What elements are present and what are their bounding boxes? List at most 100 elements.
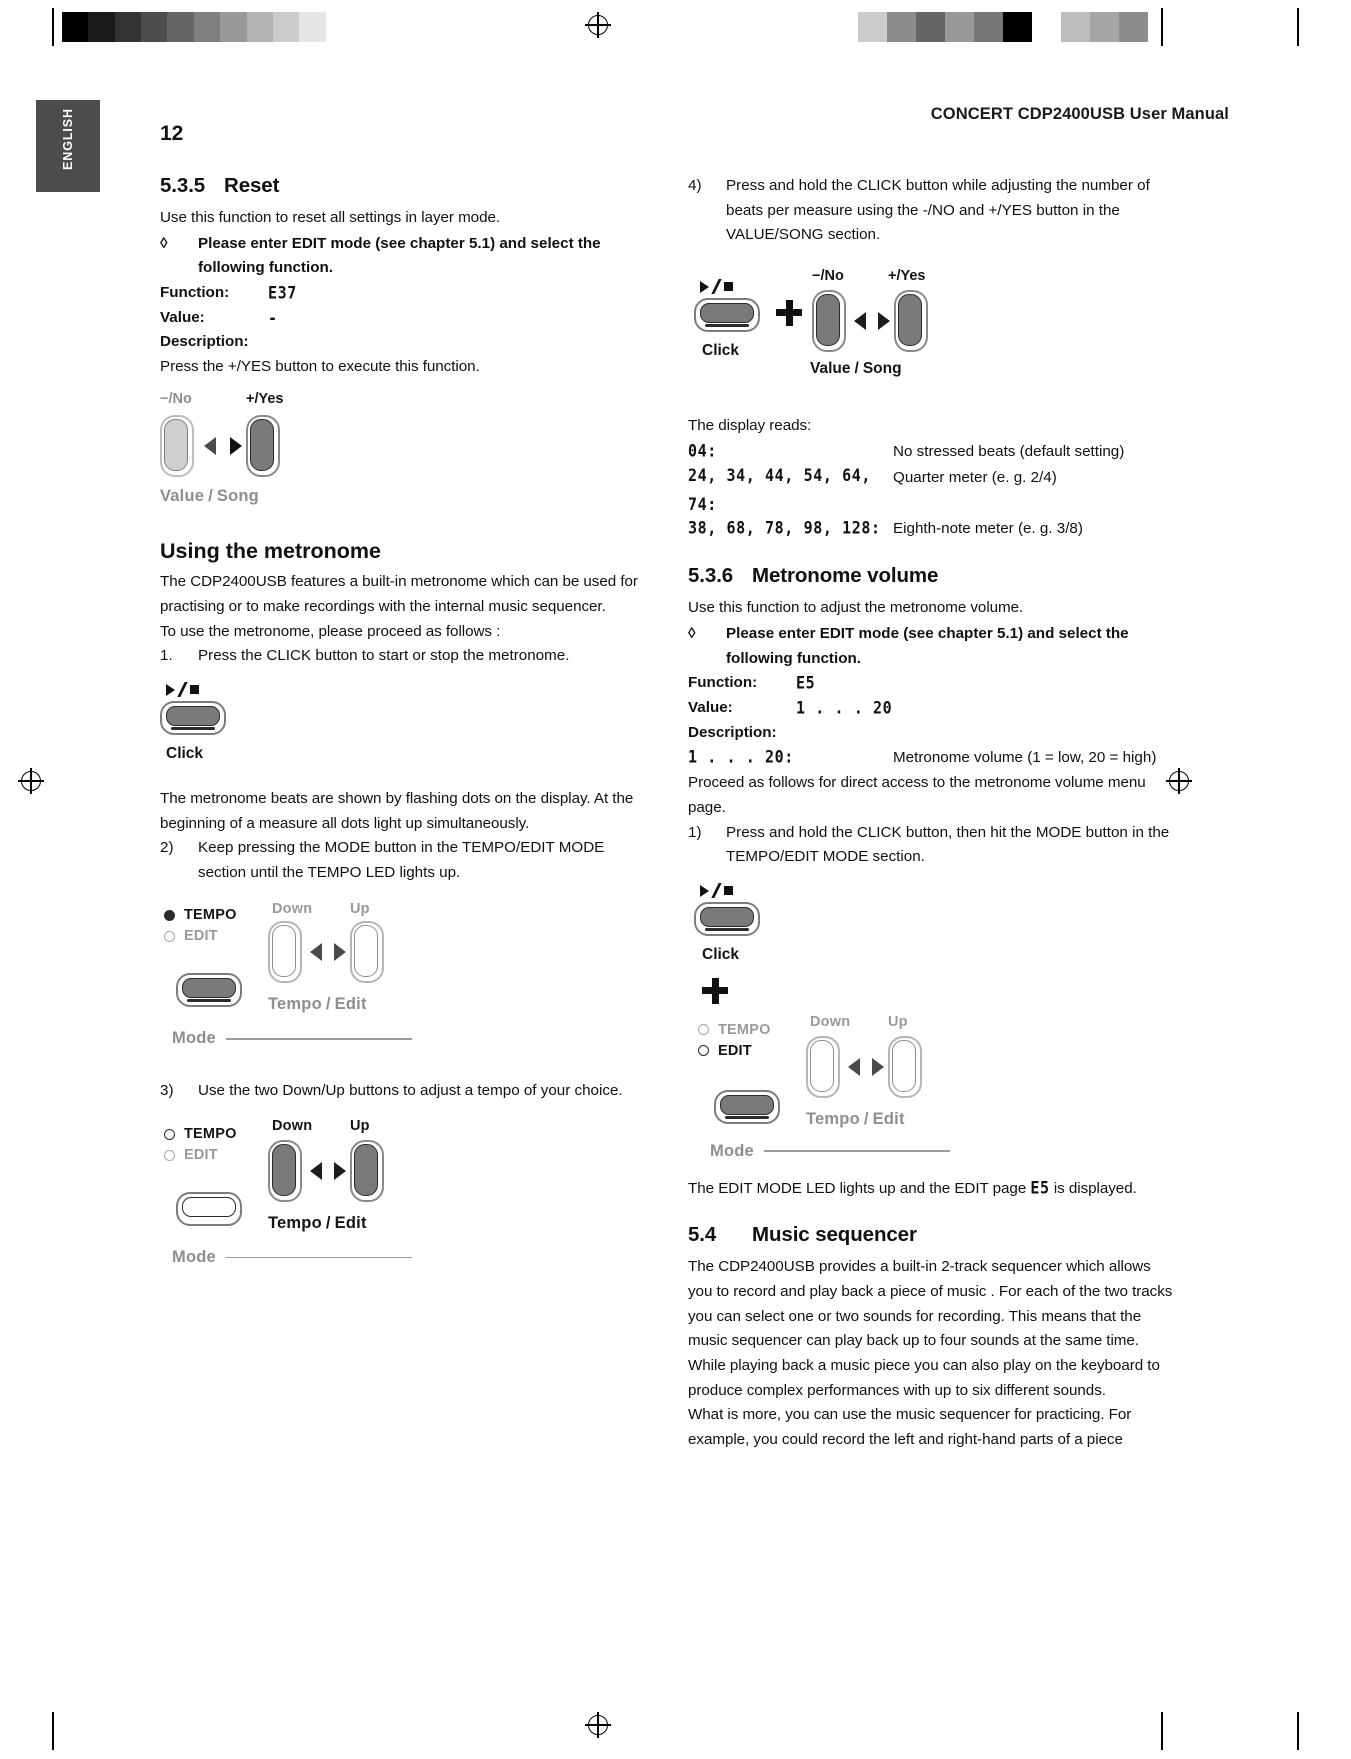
arrow-left-icon-4 [848,1057,860,1076]
caption-value-song: Value / Song [160,487,259,506]
button-minus-no[interactable] [160,415,194,478]
edit-led-code: E5 [1030,1177,1050,1198]
caption-mode-label-2: Mode [172,1248,216,1266]
volume-range-row: 1 . . . 20: Metronome volume (1 = low, 2… [688,745,1178,771]
edit-led-icon-3 [698,1045,709,1057]
colorbar-swatch [193,12,221,42]
section-536-title: Metronome volume [752,564,939,588]
caption-mode-label-1: Mode [172,1029,216,1048]
button-click-2[interactable] [694,297,760,332]
registration-mark-left [18,768,44,794]
arrow-left-icon-1 [310,943,322,962]
play-icon-3 [700,884,709,897]
led-row-edit-2: EDIT [164,1147,218,1163]
edit-led-text-a: The EDIT MODE LED lights up and the EDIT… [688,1179,1031,1197]
button-up-2[interactable] [350,1140,384,1202]
crop-mark-br-v [1297,1712,1299,1750]
caption-tempo-1: Tempo [268,995,322,1014]
colorbar-right [858,12,1148,42]
button-mode-2[interactable] [176,1192,242,1226]
label-up-1: Up [350,901,370,918]
caption-mode-label-3: Mode [710,1141,754,1160]
label-up-2: Up [350,1118,370,1134]
caption-tempo-edit-1: Tempo / Edit [268,995,367,1014]
button-mode-3[interactable] [714,1089,780,1124]
stop-icon-3 [723,886,733,896]
plus-icon [776,299,802,326]
metronome-step2-text: Keep pressing the MODE button in the TEM… [198,839,605,881]
label-down-2: Down [272,1118,313,1134]
button-click-3[interactable] [694,901,760,936]
edit-led-sentence: The EDIT MODE LED lights up and the EDIT… [688,1176,1178,1202]
left-column: 5.3.5 Reset Use this function to reset al… [160,174,650,1290]
metronome-para3: The metronome beats are shown by flashin… [160,789,634,832]
caption-sep-1: / [325,995,331,1014]
caption-mode-3: Mode [710,1142,950,1161]
button-down-1[interactable] [268,921,302,984]
section-535-heading: 5.3.5 Reset [160,174,650,198]
colorbar-left [62,12,352,42]
diagram-click-plus-value: Click −/No +/Yes Value / Song [688,262,1178,414]
button-click[interactable] [160,700,226,735]
transport-icons [166,682,199,698]
crop-mark-tr-v [1297,8,1299,46]
section-54-para1: The CDP2400USB provides a built-in 2-tra… [688,1258,1173,1399]
edit-led-icon [164,930,175,942]
arrow-right-icon-3 [878,311,890,330]
section-536-bullet-text: Please enter EDIT mode (see chapter 5.1)… [726,625,1129,667]
section-535-description-row: Description: [160,330,650,355]
display-meaning: Quarter meter (e. g. 2/4) [893,468,1057,486]
colorbar-swatch [858,12,887,42]
colorbar-swatch [325,12,352,42]
page-number: 12 [160,122,184,145]
button-plus-yes-2[interactable] [894,289,928,352]
mode-underline-2 [225,1256,412,1259]
button-mode-1[interactable] [176,973,242,1008]
caption-mode-2: Mode [172,1248,412,1267]
button-down-3[interactable] [806,1035,840,1098]
tempo-led-label-2: TEMPO [184,1126,237,1142]
metronome-step2: 2) Keep pressing the MODE button in the … [160,836,650,885]
metronome-step1: 1. Press the CLICK button to start or st… [160,644,650,669]
section-536-description-row: Description: [688,721,1178,746]
button-minus-no-2[interactable] [812,289,846,352]
button-down-2[interactable] [268,1140,302,1202]
section-536-step1-text: Press and hold the CLICK button, then hi… [726,823,1170,866]
button-up-1[interactable] [350,921,384,984]
metronome-step2-number: 2) [160,839,174,857]
function-label: Function: [160,283,230,301]
right-column: 4) Press and hold the CLICK button while… [688,174,1178,1452]
crop-mark-tl-v [52,8,54,46]
display-code: 38, 68, 78, 98, 128: [688,518,881,539]
section-536-step1: 1) Press and hold the CLICK button, then… [688,821,1178,870]
section-536-proceed: Proceed as follows for direct access to … [688,774,1146,816]
description-label: Description: [160,333,249,351]
button-plus-yes[interactable] [246,415,280,478]
registration-mark-top [585,12,611,38]
colorbar-swatch [141,12,168,42]
function-label-2: Function: [688,674,758,692]
edit-led-icon-2 [164,1149,175,1161]
diagram-tempo-mode-1: TEMPO EDIT Down Up Tempo / Edit Mode [160,901,650,1069]
label-plus-yes-2: +/Yes [888,267,926,284]
tempo-led-label-3: TEMPO [718,1021,771,1038]
label-minus-no-2: −/No [812,267,844,284]
edit-led-label-3: EDIT [718,1042,752,1059]
arrow-right-icon [230,437,242,456]
section-535-function-row: Function: E37 [160,281,650,306]
metronome-step1-number: 1. [160,647,173,665]
caption-value-2: Value [810,359,851,377]
caption-mode-1: Mode [172,1029,412,1048]
led-row-tempo-2: TEMPO [164,1126,237,1142]
caption-tempo-2: Tempo [268,1214,322,1232]
edit-led-text-b: is displayed. [1049,1179,1137,1197]
tempo-led-label: TEMPO [184,907,237,924]
crop-mark-bc-v [1161,1712,1163,1750]
value-label-2: Value: [688,698,733,716]
mode-underline-1 [225,1038,412,1040]
play-icon [166,683,175,696]
description-label-2: Description: [688,723,777,741]
button-up-3[interactable] [888,1035,922,1098]
section-535-number: 5.3.5 [160,174,206,197]
led-row-tempo-1: TEMPO [164,907,237,923]
